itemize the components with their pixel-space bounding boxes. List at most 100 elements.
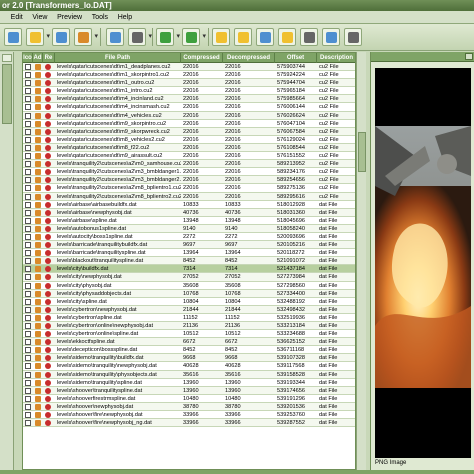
table-row[interactable]: levels\qatar\cutscenes\dt\m9_skorpwreck.… xyxy=(23,127,355,136)
import-button[interactable] xyxy=(106,28,124,46)
checkbox-icon[interactable] xyxy=(25,298,31,305)
checkbox-icon[interactable] xyxy=(25,169,31,176)
col-offset[interactable]: Offset xyxy=(275,53,317,63)
checkbox-icon[interactable] xyxy=(25,331,31,338)
list-scrollbar[interactable] xyxy=(356,52,366,470)
info-button[interactable] xyxy=(322,28,340,46)
checkbox-icon[interactable] xyxy=(25,395,31,402)
table-row[interactable]: levels\qatar\cutscenes\dt\m1_deadplanes.… xyxy=(23,63,355,72)
table-row[interactable]: levels\ekkoctfspline.dat 6672 6672 53662515… xyxy=(23,338,355,347)
new-button[interactable] xyxy=(4,28,22,46)
table-row[interactable]: levels\sidemo\tranquility\buildfx.dat 966… xyxy=(23,354,355,363)
menu-view[interactable]: View xyxy=(28,11,51,24)
replace-button[interactable] xyxy=(128,28,152,46)
col-ico[interactable]: Ico xyxy=(23,53,33,63)
table-row[interactable]: levels\cybertron\newphysobj.dat 21844 2184… xyxy=(23,305,355,314)
checkbox-icon[interactable] xyxy=(25,217,31,224)
table-row[interactable]: levels\shoover\newphysobj.dat 38780 38780 5… xyxy=(23,402,355,412)
preview-button[interactable] xyxy=(212,28,230,46)
table-row[interactable]: levels\autobonus1spline.dat 9140 9140 51805… xyxy=(23,224,355,233)
checkbox-icon[interactable] xyxy=(25,347,31,354)
table-row[interactable]: levels\decepticon\bossspline.dat 8452 8452… xyxy=(23,346,355,355)
table-row[interactable]: levels\tranquility2\cutscenes\a2\m3_bmbl… xyxy=(23,168,355,177)
table-row[interactable]: levels\shoover\fire\newphysobj_ng.dat 339… xyxy=(23,419,355,428)
col-description[interactable]: Description xyxy=(317,53,355,63)
table-row[interactable]: levels\cybertron\spline.dat 11152 11152 532… xyxy=(23,314,355,322)
table-row[interactable]: levels\cybertron\online\spline.dat 10512 1… xyxy=(23,330,355,339)
checkbox-icon[interactable] xyxy=(25,266,31,273)
checkbox-icon[interactable] xyxy=(25,185,31,192)
table-row[interactable]: levels\barricade\tranquilityspline.dat 13… xyxy=(23,249,355,258)
table-row[interactable]: levels\tranquility2\cutscenes\a2\m0_samh… xyxy=(23,160,355,169)
checkbox-icon[interactable] xyxy=(25,201,31,208)
table-row[interactable]: levels\shoover\tranquilityspline.dat 1396… xyxy=(23,386,355,395)
checkbox-icon[interactable] xyxy=(25,112,31,119)
table-row[interactable]: levels\qatar\cutscenes\dt\m4_incinsmash.… xyxy=(23,103,355,112)
table-row[interactable]: levels\qatar\cutscenes\dt\m4_incinland.c… xyxy=(23,95,355,104)
table-row[interactable]: levels\qatar\cutscenes\dt\m9_airassult.c… xyxy=(23,152,355,161)
checkbox-icon[interactable] xyxy=(25,233,31,240)
checkbox-icon[interactable] xyxy=(25,420,31,427)
table-row[interactable]: levels\qatar\cutscenes\dt\m8_f22.cu2 2201… xyxy=(23,143,355,153)
table-row[interactable]: levels\barricade\tranquilitybuildfx.dat 9… xyxy=(23,241,355,250)
table-row[interactable]: levels\qatar\cutscenes\dt\m4_vehicles.cu… xyxy=(23,111,355,120)
table-row[interactable]: levels\tranquility2\cutscenes\a2\m3_bmbl… xyxy=(23,176,355,185)
properties-button[interactable] xyxy=(300,28,318,46)
table-row[interactable]: levels\sidemo\tranquility\spline.dat 1396… xyxy=(23,379,355,387)
save-button[interactable] xyxy=(52,28,70,46)
table-row[interactable]: levels\city\physaddobjects.dat 10768 10768… xyxy=(23,289,355,298)
col-compressed[interactable]: Compressed xyxy=(181,53,223,63)
checkbox-icon[interactable] xyxy=(25,412,31,419)
checkbox-icon[interactable] xyxy=(25,339,31,346)
scroll-thumb[interactable] xyxy=(2,64,12,124)
table-row[interactable]: levels\airbase\newphysobj.dat 40736 40736 5… xyxy=(23,208,355,217)
checkbox-icon[interactable] xyxy=(25,136,31,143)
checkbox-icon[interactable] xyxy=(25,282,31,289)
scroll-thumb[interactable] xyxy=(358,132,366,172)
table-row[interactable]: levels\city\newphysobj.dat 27052 27052 5272… xyxy=(23,273,355,282)
open-button[interactable] xyxy=(26,28,50,46)
table-row[interactable]: levels\qatar\cutscenes\dt\m9_skorpintro.… xyxy=(23,120,355,128)
col-decompressed[interactable]: Decompressed xyxy=(223,53,275,63)
checkbox-icon[interactable] xyxy=(25,120,31,127)
checkbox-icon[interactable] xyxy=(25,153,31,160)
checkbox-icon[interactable] xyxy=(25,242,31,249)
checkbox-icon[interactable] xyxy=(25,363,31,370)
table-row[interactable]: levels\airbase\spline.dat 13948 13948 51804… xyxy=(23,217,355,225)
table-row[interactable]: levels\tranquility2\cutscenes\a2\m8_bpli… xyxy=(23,192,355,201)
search-button[interactable] xyxy=(234,28,252,46)
checkbox-icon[interactable] xyxy=(25,128,31,135)
table-row[interactable]: levels\city\buildfx.dat 7314 7314 521437184… xyxy=(23,265,355,274)
add-button[interactable] xyxy=(156,28,180,46)
table-row[interactable]: levels\qatar\cutscenes\dt\m1_skorpintro1… xyxy=(23,71,355,80)
checkbox-icon[interactable] xyxy=(25,355,31,362)
table-row[interactable]: levels\blackout\tranquilityspline.dat 845… xyxy=(23,257,355,266)
table-row[interactable]: levels\cybertron\online\newphysobj.dat 21… xyxy=(23,322,355,331)
left-scrollbar[interactable] xyxy=(0,52,14,470)
table-row[interactable]: levels\shoover\fire\newphysobj.dat 33966 3… xyxy=(23,411,355,420)
menu-help[interactable]: Help xyxy=(114,11,136,24)
menu-edit[interactable]: Edit xyxy=(7,11,27,24)
menu-tools[interactable]: Tools xyxy=(88,11,112,24)
settings-button[interactable] xyxy=(344,28,362,46)
checkbox-icon[interactable] xyxy=(25,323,31,329)
table-row[interactable]: levels\city\physobj.dat 35608 35608 5272985… xyxy=(23,282,355,290)
checkbox-icon[interactable] xyxy=(25,371,31,378)
copy-button[interactable] xyxy=(256,28,274,46)
checkbox-icon[interactable] xyxy=(25,209,31,216)
table-row[interactable]: levels\qatar\cutscenes\dt\m1_intro.cu2 22… xyxy=(23,87,355,96)
checkbox-icon[interactable] xyxy=(25,306,31,313)
table-row[interactable]: levels\sidemo\tranquility\physobjects.da… xyxy=(23,370,355,379)
checkbox-icon[interactable] xyxy=(25,80,31,87)
extract-button[interactable] xyxy=(74,28,98,46)
checkbox-icon[interactable] xyxy=(25,403,31,410)
table-row[interactable]: levels\autocity\boss1spline.dat 2272 2272 5… xyxy=(23,233,355,242)
checkbox-icon[interactable] xyxy=(25,177,31,184)
checkbox-icon[interactable] xyxy=(25,274,31,281)
checkbox-icon[interactable] xyxy=(25,225,31,232)
paste-button[interactable] xyxy=(278,28,296,46)
checkbox-icon[interactable] xyxy=(25,64,31,70)
checkbox-icon[interactable] xyxy=(25,314,31,321)
scroll-up-button[interactable] xyxy=(2,54,12,62)
table-row[interactable]: levels\shooverfirestrmspline.dat 10480 104… xyxy=(23,395,355,403)
